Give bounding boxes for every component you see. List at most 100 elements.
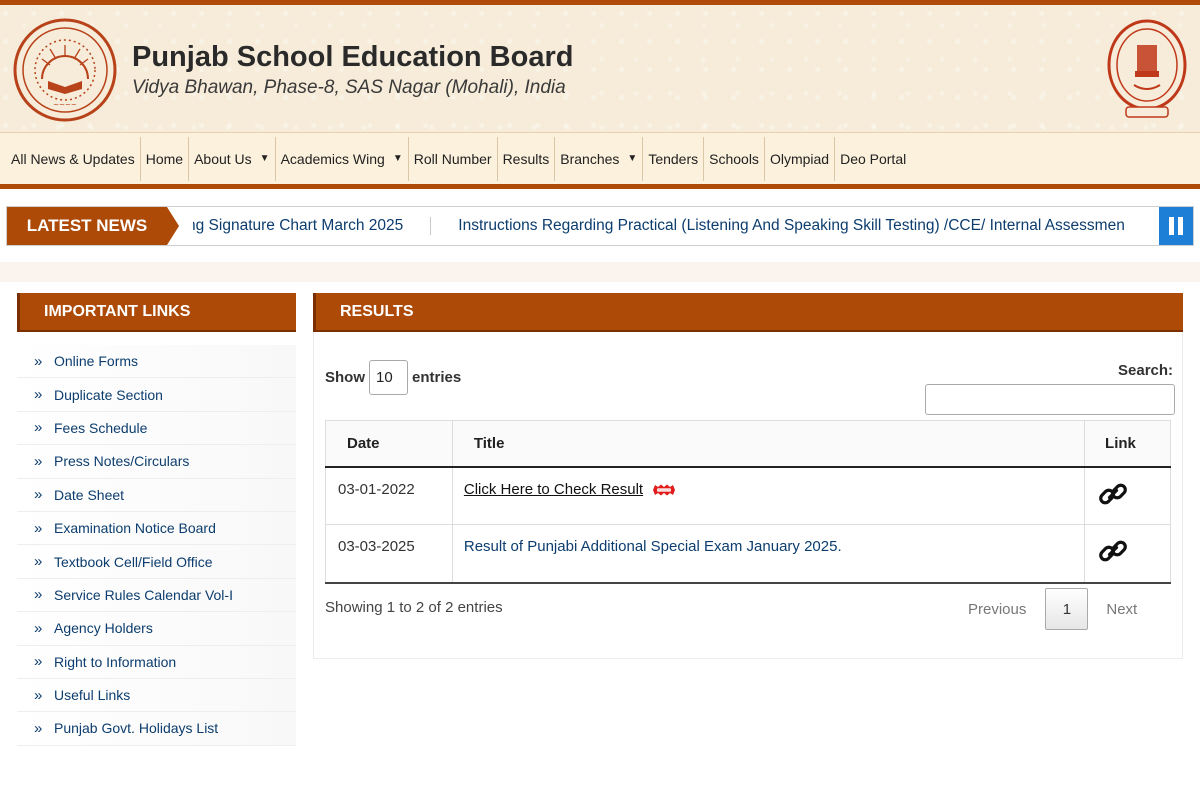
chevron-right-icon: » [34,452,43,470]
important-links-list: » Online Forms » Duplicate Section » Fees S… [17,332,296,746]
search-label: Search: [1118,362,1174,379]
chevron-right-icon: » [34,519,43,537]
result-date: 03-01-2022 [325,466,453,525]
result-title-link[interactable]: Click Here to Check Result [464,481,643,498]
link-label: Right to Information [54,653,177,670]
link-label: Duplicate Section [54,386,163,403]
chevron-down-icon: ▼ [259,153,270,164]
link-label: Press Notes/Circulars [54,453,190,470]
result-title-cell: Click Here to Check Result [451,466,1086,525]
next-page-button[interactable]: Next [1106,601,1137,618]
nav-label: Schools [709,150,759,167]
nav-results[interactable]: Results [498,136,556,181]
important-link-duplicate-section[interactable]: » Duplicate Section [17,378,296,412]
chevron-right-icon: » [34,486,43,504]
nav-bottom-bar [0,184,1200,189]
result-link-cell [1084,524,1171,584]
nav-schools[interactable]: Schools [704,136,765,181]
link-label: Punjab Govt. Holidays List [54,720,219,737]
important-link-service-rules[interactable]: » Service Rules Calendar Vol-I [17,578,296,613]
link-label: Service Rules Calendar Vol-I [54,586,233,603]
pagination: Previous 1 Next [968,588,1137,630]
chevron-right-icon: » [34,719,43,737]
link-label: Agency Holders [54,620,153,637]
table-header-row: Date Title Link [325,420,1171,468]
chevron-right-icon: » [34,553,43,571]
nav-olympiad[interactable]: Olympiad [765,136,836,181]
nav-academics-wing[interactable]: Academics Wing ▼ [276,136,409,181]
nav-label: Branches [560,150,620,167]
link-label: Examination Notice Board [54,520,216,537]
chevron-right-icon: » [34,686,43,704]
results-panel: RESULTS Show 10 entries Search: Date Tit… [313,293,1183,659]
important-link-textbook-cell[interactable]: » Textbook Cell/Field Office [17,545,296,579]
chevron-right-icon: » [34,586,43,604]
chevron-down-icon: ▼ [627,153,638,164]
important-link-exam-notice-board[interactable]: » Examination Notice Board [17,511,296,546]
page-1-button[interactable]: 1 [1045,588,1089,630]
important-link-online-forms[interactable]: » Online Forms [17,345,296,379]
table-row: 03-03-2025 Result of Punjabi Additional … [325,524,1171,584]
nav-label: Tenders [648,150,699,167]
site-address: Vidya Bhawan, Phase-8, SAS Nagar (Mohali… [132,77,566,98]
important-link-fees-schedule[interactable]: » Fees Schedule [17,411,296,446]
nav-all-news[interactable]: All News & Updates [6,136,141,181]
pause-button[interactable] [1159,207,1193,245]
pause-icon [1169,217,1174,235]
new-badge-icon [653,484,676,496]
table-info: Showing 1 to 2 of 2 entries [325,599,503,616]
results-table: Date Title Link 03-01-2022 Click Here to… [325,420,1171,584]
svg-text:~~~~: ~~~~ [53,101,77,109]
nav-label: Results [502,150,550,167]
entries-label: entries [412,369,462,386]
important-link-agency-holders[interactable]: » Agency Holders [17,612,296,646]
column-header-link[interactable]: Link [1084,420,1171,468]
entries-select[interactable]: 10 [369,360,408,395]
nav-label: Olympiad [769,150,830,167]
result-link-cell [1084,466,1171,525]
news-item[interactable]: ng Signature Chart March 2025 [193,217,403,235]
result-date: 03-03-2025 [325,524,453,584]
link-label: Fees Schedule [54,419,148,436]
nav-deo-portal[interactable]: Deo Portal [835,137,911,181]
chevron-right-icon: » [34,386,43,404]
link-label: Date Sheet [54,486,125,503]
important-link-date-sheet[interactable]: » Date Sheet [17,478,296,512]
punjab-govt-emblem [1107,19,1187,118]
table-row: 03-01-2022 Click Here to Check Result [325,466,1171,525]
link-label: Textbook Cell/Field Office [54,553,213,570]
result-title-link[interactable]: Result of Punjabi Additional Special Exa… [464,538,842,555]
important-link-press-notes[interactable]: » Press Notes/Circulars [17,445,296,479]
chevron-right-icon: » [34,619,43,637]
decorative-strip [0,262,1200,282]
important-link-holidays[interactable]: » Punjab Govt. Holidays List [17,712,296,746]
link-icon[interactable] [1097,535,1129,567]
previous-page-button[interactable]: Previous [968,601,1026,618]
nav-about-us[interactable]: About Us ▼ [189,136,276,181]
important-link-useful-links[interactable]: » Useful Links [17,678,296,713]
chevron-right-icon: » [34,352,43,370]
pseb-logo[interactable]: ~~~~ [12,17,118,123]
nav-roll-number[interactable]: Roll Number [409,136,498,181]
nav-tenders[interactable]: Tenders [643,136,705,181]
nav-label: Roll Number [413,150,492,167]
nav-label: About Us [194,150,252,167]
nav-home[interactable]: Home [141,136,190,181]
link-icon[interactable] [1097,478,1129,510]
search-input[interactable] [925,384,1175,415]
column-header-date[interactable]: Date [325,420,453,468]
nav-label: Deo Portal [840,150,907,167]
site-header: ~~~~ Punjab School Education Board Vidya… [0,5,1200,132]
nav-branches[interactable]: Branches ▼ [555,136,644,181]
column-header-title[interactable]: Title [451,420,1086,468]
link-label: Online Forms [54,353,139,370]
important-link-rti[interactable]: » Right to Information [17,645,296,679]
news-track: ng Signature Chart March 2025 Instructio… [193,207,1161,245]
nav-label: Home [145,150,184,167]
result-title-cell: Result of Punjabi Additional Special Exa… [451,524,1086,584]
news-item[interactable]: Instructions Regarding Practical (Listen… [458,217,1125,235]
show-label: Show [325,369,365,386]
main-nav: All News & Updates Home About Us ▼ Academ… [0,132,1200,184]
chevron-right-icon: » [34,419,43,437]
news-separator [430,217,432,235]
